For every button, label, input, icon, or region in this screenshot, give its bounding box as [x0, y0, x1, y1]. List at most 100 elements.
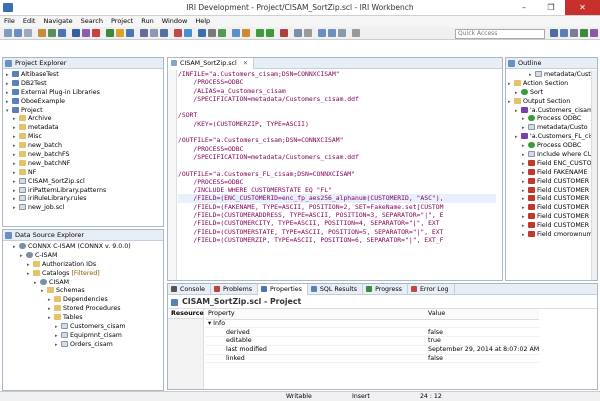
- annotation-icon[interactable]: [304, 29, 312, 37]
- tree-item[interactable]: ▸ NF: [3, 168, 163, 178]
- tree-item[interactable]: ▸'a.Customers_cisam: [506, 106, 597, 116]
- save-icon[interactable]: [14, 29, 22, 37]
- code-line[interactable]: /ALIAS=a_Customers_cisam: [178, 87, 496, 95]
- tree-item[interactable]: ▸ Stored Procedures: [3, 305, 163, 314]
- tree-item[interactable]: ▸ Archive: [3, 115, 163, 124]
- tree-item[interactable]: ▸ iriRuleLibrary.rules: [3, 195, 163, 204]
- property-row[interactable]: editable true: [206, 336, 540, 346]
- code-line[interactable]: [178, 103, 496, 111]
- stop-icon[interactable]: [174, 29, 182, 37]
- tree-item[interactable]: ▸ CISAM_SortZip.scl: [3, 177, 163, 187]
- bottom-tab-console[interactable]: Console: [168, 284, 211, 295]
- collapsed-arrow-icon[interactable]: ▸: [20, 252, 26, 261]
- tree-item[interactable]: ▸ AltibaseTest: [3, 71, 163, 80]
- tree-item[interactable]: ▸ Dependencies: [3, 296, 163, 305]
- tree-item[interactable]: ▸'a.Customers_FL_cisa: [506, 133, 597, 142]
- perspective-iri-icon[interactable]: [560, 29, 568, 37]
- property-row[interactable]: derived false: [206, 327, 540, 338]
- history-icon[interactable]: [338, 29, 346, 37]
- code-line[interactable]: [178, 161, 496, 169]
- tree-item[interactable]: ▸ Action Section: [506, 79, 597, 89]
- tree-item[interactable]: ▸ metadata: [3, 124, 163, 133]
- search-icon[interactable]: [294, 29, 302, 37]
- tree-item[interactable]: ▸ Field CUSTOMER: [506, 186, 597, 196]
- code-line[interactable]: [178, 128, 496, 136]
- tree-item[interactable]: ▸ Authorization IDs: [3, 260, 163, 270]
- tree-item[interactable]: ▸ Field CUSTOMER: [506, 213, 597, 222]
- tree-item[interactable]: ▸ Misc: [3, 133, 163, 142]
- ba-icon[interactable]: [198, 29, 206, 37]
- code-line[interactable]: /FIELD=(CUSTOMERCITY, TYPE=ASCII, POSITI…: [178, 219, 496, 227]
- data-icon[interactable]: [106, 29, 114, 37]
- property-row[interactable]: linked false: [206, 354, 540, 364]
- tree-item[interactable]: ▸ new_batchNF: [3, 159, 163, 169]
- code-line[interactable]: /PROCESS=ODBC: [178, 178, 496, 186]
- minimize-button[interactable]: –: [511, 0, 537, 15]
- code-line[interactable]: /SPECIFICATION=metadata/Customers_cisam.…: [178, 153, 496, 161]
- code-line[interactable]: /INFILE="a.Customers_cisam;DSN=CONNXCISA…: [178, 70, 496, 78]
- property-column-header[interactable]: Property: [206, 309, 426, 320]
- tree-item[interactable]: ▸ Field CUSTOMER: [506, 222, 597, 231]
- tree-item[interactable]: ▸ Process ODBC: [506, 142, 597, 151]
- check-icon[interactable]: [218, 29, 226, 37]
- tree-item[interactable]: ▸ new_batch: [3, 142, 163, 151]
- code-line[interactable]: /FIELD=(ENC_CUSTOMERID=enc_fp_aes256_alp…: [178, 194, 496, 203]
- debug-icon[interactable]: [232, 29, 240, 37]
- forward-icon[interactable]: [328, 29, 336, 37]
- menu-project[interactable]: Project: [107, 16, 137, 27]
- tree-item[interactable]: ▸ Catalogs [Filtered]: [3, 269, 163, 279]
- code-line[interactable]: /SORT: [178, 111, 496, 119]
- tree-item[interactable]: ▸ Field CUSTOMER: [506, 177, 597, 187]
- code-line[interactable]: /FIELD=(CUSTOMERSTATE, TYPE=ASCII, POSIT…: [178, 228, 496, 236]
- perspective-debug-icon[interactable]: [590, 29, 598, 37]
- tree-item[interactable]: ▸ Field ENC_CUSTO: [506, 159, 597, 169]
- mask-icon[interactable]: [140, 29, 148, 37]
- open-icon[interactable]: [38, 29, 46, 37]
- tree-item[interactable]: ▸ new_batchFS: [3, 151, 163, 160]
- menu-navigate[interactable]: Navigate: [39, 16, 76, 27]
- external-tools-icon[interactable]: [280, 29, 288, 37]
- bottom-tab-properties[interactable]: Properties: [258, 284, 308, 295]
- code-line[interactable]: /FIELD=(CUSTOMERADDRESS, TYPE=ASCII, POS…: [178, 211, 496, 219]
- code-line[interactable]: /PROCESS=ODBC: [178, 145, 496, 153]
- tab-close-icon[interactable]: ✕: [243, 60, 248, 67]
- refresh-icon[interactable]: [184, 29, 192, 37]
- tree-item[interactable]: ▸ Tables: [3, 314, 163, 323]
- code-line[interactable]: /SPECIFICATION=metadata/Customers_cisam.…: [178, 95, 496, 103]
- tree-item[interactable]: ▸ Process ODBC: [506, 115, 597, 124]
- meta-icon[interactable]: [160, 29, 168, 37]
- code-line[interactable]: /KEY=(CUSTOMERZIP, TYPE=ASCII): [178, 120, 496, 128]
- tree-item[interactable]: ▸ metadata/Custo: [506, 71, 597, 80]
- resource-tab[interactable]: Resource: [168, 309, 204, 319]
- editor-tab[interactable]: CISAM_SortZip.scl ✕: [168, 58, 255, 69]
- pin-icon[interactable]: [352, 29, 360, 37]
- menu-edit[interactable]: Edit: [19, 16, 40, 27]
- tree-item[interactable]: ▸ OboeExample: [3, 97, 163, 107]
- code-line[interactable]: /OUTFILE="a.Customers_FL_cisam;DSN=CONNX…: [178, 170, 496, 178]
- tree-item[interactable]: ▸ Equipmnt_cisam: [3, 331, 163, 341]
- tree-item[interactable]: ▸ iriPatternLibrary.patterns: [3, 186, 163, 196]
- tree-item[interactable]: ▸ Orders_cisam: [3, 340, 163, 350]
- tree-item[interactable]: ▸ metadata/Custo: [506, 124, 597, 133]
- tools-icon[interactable]: [242, 29, 250, 37]
- close-button[interactable]: ✕: [565, 0, 600, 15]
- value-column-header[interactable]: Value: [426, 309, 540, 320]
- code-line[interactable]: /INCLUDE WHERE CUSTOMERSTATE EQ "FL": [178, 186, 496, 194]
- property-row[interactable]: last modified September 29, 2014 at 8:07:…: [206, 345, 540, 355]
- tree-item[interactable]: ▸ Sort: [506, 88, 597, 98]
- tree-item[interactable]: ▸ C-ISAM: [3, 251, 163, 261]
- menu-search[interactable]: Search: [77, 16, 107, 27]
- tree-item[interactable]: ▸ Field CUSTOMER: [506, 195, 597, 204]
- settings-icon[interactable]: [208, 29, 216, 37]
- code-line[interactable]: /OUTFILE="a.Customers_cisam;DSN=CONNXCIS…: [178, 136, 496, 144]
- quick-access-input[interactable]: Quick Access: [455, 29, 545, 39]
- perspective-java-icon[interactable]: [580, 29, 588, 37]
- run-icon[interactable]: [256, 29, 264, 37]
- code-line[interactable]: /FIELD=(CUSTOMERZIP, TYPE=ASCII, POSITIO…: [178, 236, 496, 244]
- bottom-tab-progress[interactable]: Progress: [363, 284, 408, 295]
- maximize-button[interactable]: ❐: [538, 0, 564, 15]
- bottom-tab-sql-results[interactable]: SQL Results: [308, 284, 364, 295]
- code-line[interactable]: /FIELD=(FAKENAME, TYPE=ASCII, POSITION=2…: [178, 203, 496, 211]
- tree-item[interactable]: ▸ Output Section: [506, 97, 597, 107]
- menu-help[interactable]: Help: [191, 16, 214, 27]
